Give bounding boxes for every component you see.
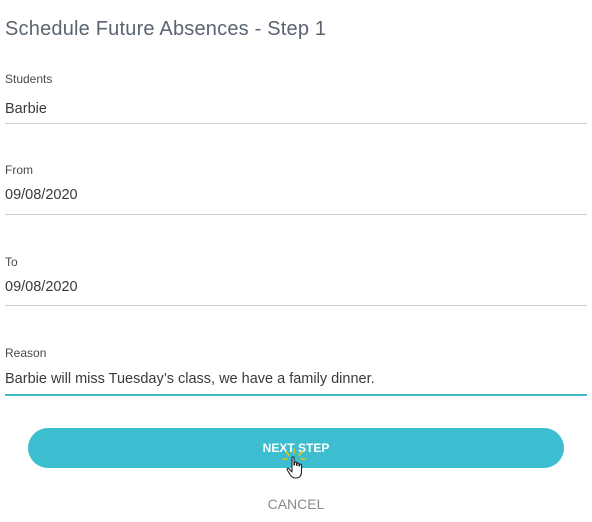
to-date-field[interactable]: To 09/08/2020	[5, 255, 587, 308]
students-underline	[5, 123, 587, 124]
from-date-field[interactable]: From 09/08/2020	[5, 163, 587, 216]
cancel-button[interactable]: CANCEL	[0, 496, 592, 512]
reason-underline-active	[5, 394, 587, 396]
students-value[interactable]: Barbie	[5, 101, 47, 117]
to-underline	[5, 305, 587, 306]
page-title: Schedule Future Absences - Step 1	[5, 18, 327, 40]
to-label: To	[5, 255, 18, 269]
reason-field[interactable]: Reason Barbie will miss Tuesday’s class,…	[5, 346, 587, 399]
from-label: From	[5, 163, 33, 177]
reason-label: Reason	[5, 346, 47, 360]
students-label: Students	[5, 72, 53, 86]
schedule-absence-form: Schedule Future Absences - Step 1 Studen…	[0, 0, 592, 522]
next-step-button[interactable]: NEXT STEP	[28, 428, 564, 468]
from-value[interactable]: 09/08/2020	[5, 187, 78, 203]
to-value[interactable]: 09/08/2020	[5, 279, 78, 295]
students-field[interactable]: Students Barbie	[5, 72, 587, 125]
from-underline	[5, 214, 587, 215]
reason-input[interactable]: Barbie will miss Tuesday’s class, we hav…	[5, 371, 375, 387]
